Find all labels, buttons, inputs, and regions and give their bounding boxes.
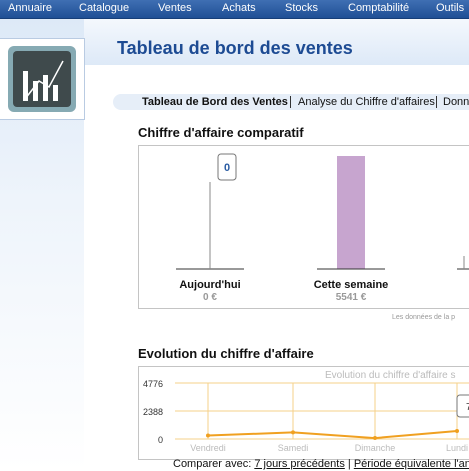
tab-donnees[interactable]: Donn (443, 96, 469, 108)
x-tick-3: Lundi (446, 443, 468, 453)
y-tick-0: 4776 (143, 379, 163, 389)
series-point-2 (373, 436, 377, 441)
compare-separator: | (347, 458, 351, 470)
x-tick-2: Dimanche (355, 443, 396, 453)
evolution-title: Evolution du chiffre d'affaire (138, 346, 314, 361)
menu-catalogue[interactable]: Catalogue (79, 2, 129, 14)
sales-dashboard-logo-icon (8, 46, 76, 112)
menu-comptabilite[interactable]: Comptabilité (348, 2, 409, 14)
tab-separator (290, 96, 291, 108)
compare-7-days-link[interactable]: 7 jours précédents (254, 458, 345, 470)
value-label-1: 5541 € (336, 292, 367, 303)
comparatif-title: Chiffre d'affaire comparatif (138, 125, 304, 140)
tooltip-value: 0 (224, 162, 230, 174)
menu-achats[interactable]: Achats (222, 2, 256, 14)
top-menu-bar: Annuaire Catalogue Ventes Achats Stocks … (0, 0, 469, 19)
x-tick-0: Vendredi (190, 443, 226, 453)
evolution-chart-svg: Evolution du chiffre d'affaire s 4776 2388… (143, 370, 469, 453)
menu-stocks[interactable]: Stocks (285, 2, 318, 14)
menu-outils[interactable]: Outils (436, 2, 464, 14)
x-tick-1: Samedi (278, 443, 309, 453)
series-line (207, 430, 458, 440)
evolution-chart: Evolution du chiffre d'affaire s 4776 2388… (138, 366, 469, 460)
bar-chart-icon (23, 60, 64, 101)
series-point-0 (206, 433, 210, 438)
series-point-3 (455, 429, 459, 434)
value-label-0: 0 € (203, 292, 217, 303)
y-tick-1: 2388 (143, 407, 163, 417)
page-title: Tableau de bord des ventes (117, 38, 353, 58)
tab-separator (436, 96, 437, 108)
category-label-0: Aujourd'hui (179, 279, 240, 291)
compare-bar: Comparer avec: 7 jours précédents | Péri… (173, 458, 469, 470)
tab-tableau-de-bord[interactable]: Tableau de Bord des Ventes (142, 96, 288, 108)
data-note: Les données de la p (392, 314, 456, 321)
comparatif-chart: Aujourd'hui 0 € Cette semaine 5541 € 0 (138, 145, 469, 309)
y-tick-2: 0 (158, 435, 163, 445)
compare-label: Comparer avec: (173, 458, 252, 470)
comparatif-chart-svg: Aujourd'hui0 € Cette semaine5541 € 0 (176, 153, 469, 303)
category-label-1: Cette semaine (314, 279, 389, 291)
evolution-chart-title: Evolution du chiffre d'affaire s (325, 370, 456, 381)
series-point-1 (291, 430, 295, 435)
menu-ventes[interactable]: Ventes (158, 2, 192, 14)
compare-last-year-link[interactable]: Période équivalente l'an pa (354, 458, 469, 470)
menu-annuaire[interactable]: Annuaire (8, 2, 52, 14)
bar-1 (337, 156, 365, 269)
tab-analyse-ca[interactable]: Analyse du Chiffre d'affaires (298, 96, 435, 108)
